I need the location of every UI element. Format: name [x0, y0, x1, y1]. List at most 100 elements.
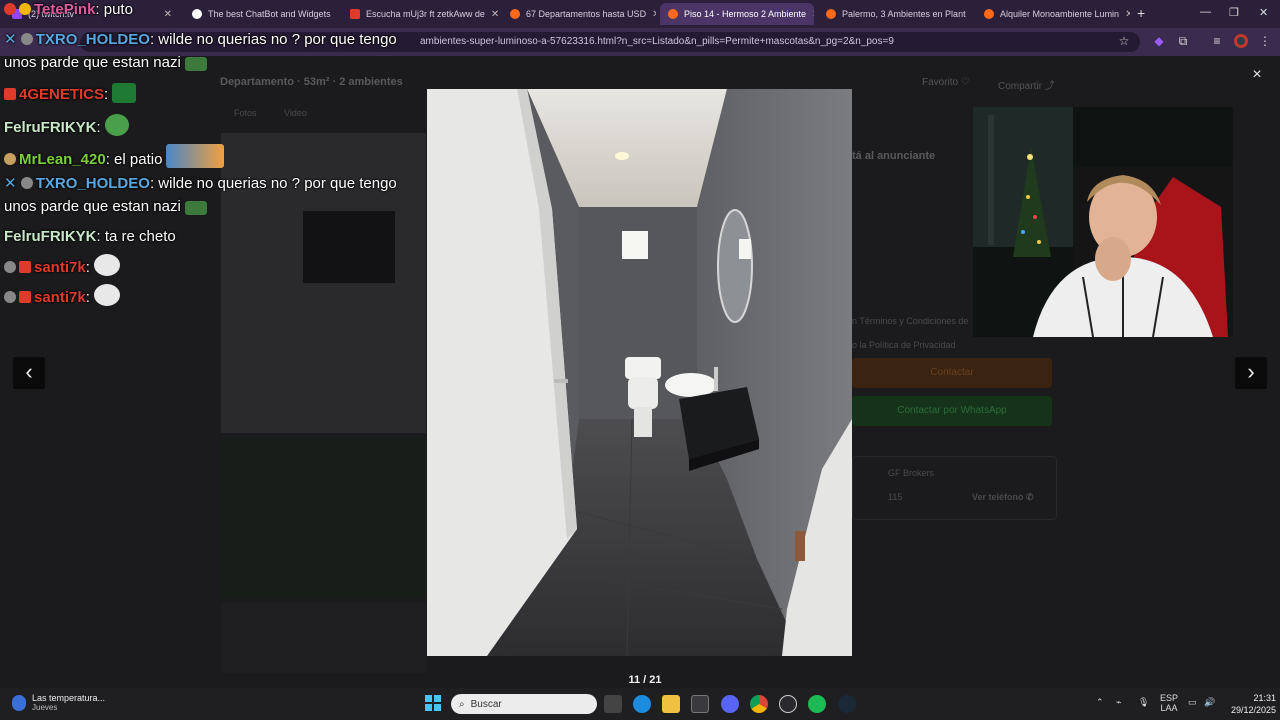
tab-departamentos[interactable]: 67 Departamentos hasta USD ✕ — [502, 3, 656, 25]
extension-icon[interactable]: ◆ — [1152, 34, 1166, 48]
zonaprop-icon — [984, 9, 994, 19]
spotify-icon[interactable] — [808, 695, 826, 713]
tab-photos[interactable]: Fotos — [234, 108, 257, 118]
zonaprop-icon — [510, 9, 520, 19]
extensions-puzzle-icon[interactable]: ⧉ — [1176, 34, 1190, 48]
tv-screen — [303, 211, 395, 283]
search-icon: ⌕ — [459, 698, 465, 710]
chat-message-continued: unos parde que estan nazi — [4, 54, 207, 71]
share-button[interactable]: Compartir ⤴ — [998, 77, 1055, 92]
viewer-badge-icon — [4, 153, 16, 165]
info-badge-icon — [20, 33, 33, 45]
steam-icon[interactable] — [838, 695, 856, 713]
close-window-icon[interactable]: ✕ — [1259, 6, 1268, 19]
eyes-emote-icon — [93, 254, 120, 276]
phone-icon: ✆ — [1026, 492, 1034, 502]
microphone-icon[interactable]: 🎙 — [1138, 697, 1149, 708]
minimize-icon[interactable]: — — [1200, 6, 1211, 18]
sub-badge-icon — [4, 88, 16, 100]
avatar[interactable] — [1234, 34, 1248, 48]
discord-icon[interactable] — [721, 695, 739, 713]
info-badge-icon — [4, 291, 16, 303]
file-explorer-icon[interactable] — [662, 695, 680, 713]
browser-tab-bar: (2) twitch.tv ✕ The best ChatBot and Wid… — [0, 0, 1280, 28]
github-icon[interactable] — [779, 695, 797, 713]
tab-monoambiente[interactable]: Alquiler Monoambiente Lumin ✕ — [976, 3, 1130, 25]
taskbar-clock[interactable]: 21:31 29/12/2025 — [1226, 692, 1276, 716]
edge-icon[interactable] — [633, 695, 651, 713]
language-indicator[interactable]: ESP LAA — [1160, 693, 1178, 713]
close-tab-icon[interactable]: ✕ — [337, 9, 338, 20]
heart-icon: ♡ — [960, 77, 970, 88]
maximize-icon[interactable]: ❐ — [1229, 6, 1239, 19]
sword-badge-icon: ✕ — [4, 31, 17, 48]
show-phone-link[interactable]: Ver teléfono ✆ — [972, 492, 1034, 503]
contact-button[interactable]: Contactar — [852, 358, 1052, 388]
share-icon: ⤴ — [1044, 81, 1055, 92]
sub-badge-icon — [19, 261, 31, 273]
tab-piso-14[interactable]: Piso 14 - Hermoso 2 Ambiente ✕ — [660, 3, 814, 25]
chat-message: santi7k: — [4, 284, 120, 306]
windows-start-icon[interactable] — [425, 695, 441, 711]
tab-music[interactable]: Escucha mUj3r ft zetkAww de ✕ — [342, 3, 498, 25]
media-control-icon[interactable]: ≡ — [1210, 34, 1224, 48]
agency-card — [852, 456, 1057, 520]
webcam-feed — [973, 107, 1233, 337]
agency-code: 115 — [888, 492, 903, 502]
lightbox-photo — [427, 89, 852, 656]
gallery-thumb-2[interactable] — [221, 603, 426, 673]
wifi-off-icon[interactable]: ⌁ — [1116, 697, 1121, 708]
taskbar-search-box[interactable]: ⌕ Buscar — [451, 694, 597, 714]
close-tab-icon[interactable]: ✕ — [1125, 9, 1130, 20]
close-tab-icon[interactable]: ✕ — [491, 9, 498, 20]
tab-video[interactable]: Video — [284, 108, 307, 118]
contact-heading: tá al anunciante — [852, 150, 936, 162]
emote-icon — [184, 57, 207, 71]
volume-icon[interactable]: 🔊 — [1204, 697, 1215, 708]
eyes-emote-icon — [93, 284, 120, 306]
chat-message: TetePink: puto — [4, 1, 133, 18]
listing-title: Departamento · 53m² · 2 ambientes — [220, 76, 403, 88]
chat-message: ✕ TXRO_HOLDEO: wilde no querias no ? por… — [4, 175, 397, 192]
close-tab-icon[interactable]: ✕ — [812, 9, 814, 20]
emote-icon — [112, 83, 137, 103]
zonaprop-icon — [668, 9, 678, 19]
emote-icon — [166, 144, 225, 168]
chat-message: MrLean_420: el patio — [4, 144, 225, 168]
info-badge-icon — [20, 177, 33, 189]
tray-chevron-icon[interactable]: ⌃ — [1096, 697, 1104, 708]
chat-message: santi7k: — [4, 254, 120, 276]
lightbox-prev-button[interactable]: ‹ — [13, 357, 45, 389]
tab-palermo[interactable]: Palermo, 3 Ambientes en Plant ✕ — [818, 3, 972, 25]
music-icon — [350, 9, 360, 19]
chat-message: FelruFRIKYK: ta re cheto — [4, 228, 176, 245]
sub-badge-icon — [4, 3, 16, 15]
zonaprop-icon — [826, 9, 836, 19]
new-tab-button[interactable]: + — [1137, 5, 1145, 21]
display-icon[interactable]: ▭ — [1188, 697, 1197, 708]
whatsapp-button[interactable]: Contactar por WhatsApp — [852, 396, 1052, 426]
lightbox-next-button[interactable]: › — [1235, 357, 1267, 389]
weather-widget[interactable]: Las temperatura... Jueves — [12, 693, 105, 712]
chat-message: 4GENETICS: — [4, 83, 137, 103]
thermometer-icon — [12, 694, 26, 711]
emote-icon — [184, 201, 207, 215]
privacy-line[interactable]: o la Política de Privacidad — [852, 340, 956, 350]
bookmark-star-icon[interactable]: ☆ — [1117, 34, 1131, 48]
info-badge-icon — [4, 261, 16, 273]
close-tab-icon[interactable]: ✕ — [652, 9, 656, 20]
lightbox-close-button[interactable]: × — [1248, 66, 1266, 84]
store-icon[interactable] — [691, 695, 709, 713]
terms-line[interactable]: n Términos y Condiciones de — [852, 316, 968, 326]
chrome-icon[interactable] — [750, 695, 768, 713]
task-view-icon[interactable] — [604, 695, 622, 713]
gift-badge-icon — [19, 3, 31, 15]
streamer-webcam — [973, 107, 1233, 337]
gallery-thumb-1[interactable] — [221, 438, 426, 598]
chatbot-icon — [192, 9, 202, 19]
browser-menu-icon[interactable]: ⋮ — [1258, 34, 1272, 48]
bathroom-photo — [427, 89, 852, 656]
tab-chatbot[interactable]: The best ChatBot and Widgets ✕ — [184, 3, 338, 25]
favorite-button[interactable]: Favorito ♡ — [922, 77, 970, 88]
close-tab-icon[interactable]: ✕ — [164, 9, 172, 20]
